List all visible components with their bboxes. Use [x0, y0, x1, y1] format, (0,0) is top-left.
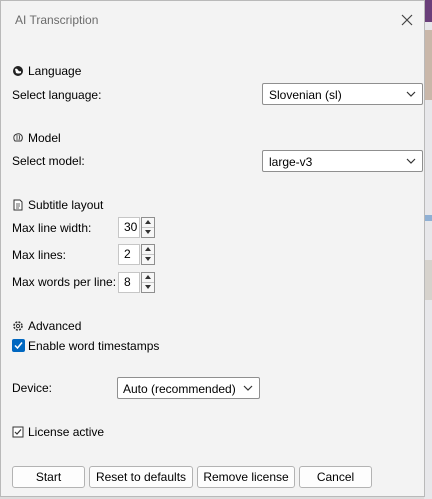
model-select-value: large-v3: [269, 155, 313, 169]
close-button[interactable]: [396, 9, 418, 31]
device-label: Device:: [12, 381, 53, 395]
decrement-button[interactable]: [142, 228, 154, 237]
license-status-text: License active: [28, 425, 105, 439]
background-block: [424, 30, 432, 100]
background-block: [424, 0, 432, 22]
background-block: [424, 260, 432, 300]
max-words-per-line-stepper: [141, 272, 155, 293]
gear-icon: [13, 321, 23, 331]
chevron-up-icon: [145, 220, 151, 224]
title-bar: AI Transcription: [1, 1, 424, 39]
background-block: [424, 215, 432, 221]
word-timestamps-checkbox[interactable]: [12, 339, 25, 352]
chevron-up-icon: [145, 275, 151, 279]
chevron-down-icon: [243, 385, 253, 391]
subtitle-layout-heading-text: Subtitle layout: [28, 198, 104, 212]
brain-icon: [13, 133, 23, 142]
chevron-down-icon: [406, 91, 416, 97]
ai-transcription-dialog: AI Transcription Language Select languag…: [0, 0, 425, 497]
close-icon: [401, 14, 413, 26]
chevron-down-icon: [145, 257, 151, 261]
language-select-value: Slovenian (sl): [269, 88, 342, 102]
remove-license-button[interactable]: Remove license: [197, 466, 295, 488]
window-title: AI Transcription: [15, 13, 99, 27]
device-select[interactable]: Auto (recommended): [117, 377, 260, 399]
chevron-down-icon: [406, 158, 416, 164]
model-heading-text: Model: [28, 131, 61, 145]
globe-icon: [13, 66, 23, 76]
decrement-button[interactable]: [142, 283, 154, 292]
checkmark-icon: [14, 342, 23, 350]
start-button[interactable]: Start: [12, 466, 85, 488]
device-select-value: Auto (recommended): [123, 382, 236, 396]
max-lines-label: Max lines:: [12, 248, 67, 262]
max-line-width-label: Max line width:: [12, 221, 92, 235]
select-model-label: Select model:: [12, 154, 85, 168]
language-heading-text: Language: [28, 64, 82, 78]
increment-button[interactable]: [142, 218, 154, 228]
max-words-per-line-label: Max words per line:: [12, 275, 117, 289]
background-app-strip: [424, 0, 432, 499]
max-lines-input[interactable]: 2: [118, 244, 140, 265]
document-icon: [13, 199, 23, 211]
model-heading: Model: [12, 131, 61, 145]
language-select[interactable]: Slovenian (sl): [262, 83, 423, 105]
chevron-up-icon: [145, 247, 151, 251]
increment-button[interactable]: [142, 273, 154, 283]
select-language-label: Select language:: [12, 88, 102, 102]
model-select[interactable]: large-v3: [262, 150, 423, 172]
language-heading: Language: [12, 64, 81, 78]
word-timestamps-label[interactable]: Enable word timestamps: [28, 339, 159, 353]
advanced-heading-text: Advanced: [28, 319, 82, 333]
license-status: License active: [12, 425, 104, 439]
checkbox-check-icon: [12, 426, 24, 438]
max-line-width-stepper: [141, 217, 155, 238]
cancel-button[interactable]: Cancel: [299, 466, 372, 488]
advanced-heading: Advanced: [12, 319, 81, 333]
max-lines-stepper: [141, 244, 155, 265]
subtitle-layout-heading: Subtitle layout: [12, 198, 103, 212]
chevron-down-icon: [145, 230, 151, 234]
increment-button[interactable]: [142, 245, 154, 255]
reset-defaults-button[interactable]: Reset to defaults: [89, 466, 193, 488]
chevron-down-icon: [145, 285, 151, 289]
max-line-width-input[interactable]: 30: [118, 217, 140, 238]
decrement-button[interactable]: [142, 255, 154, 264]
max-words-per-line-input[interactable]: 8: [118, 272, 140, 293]
